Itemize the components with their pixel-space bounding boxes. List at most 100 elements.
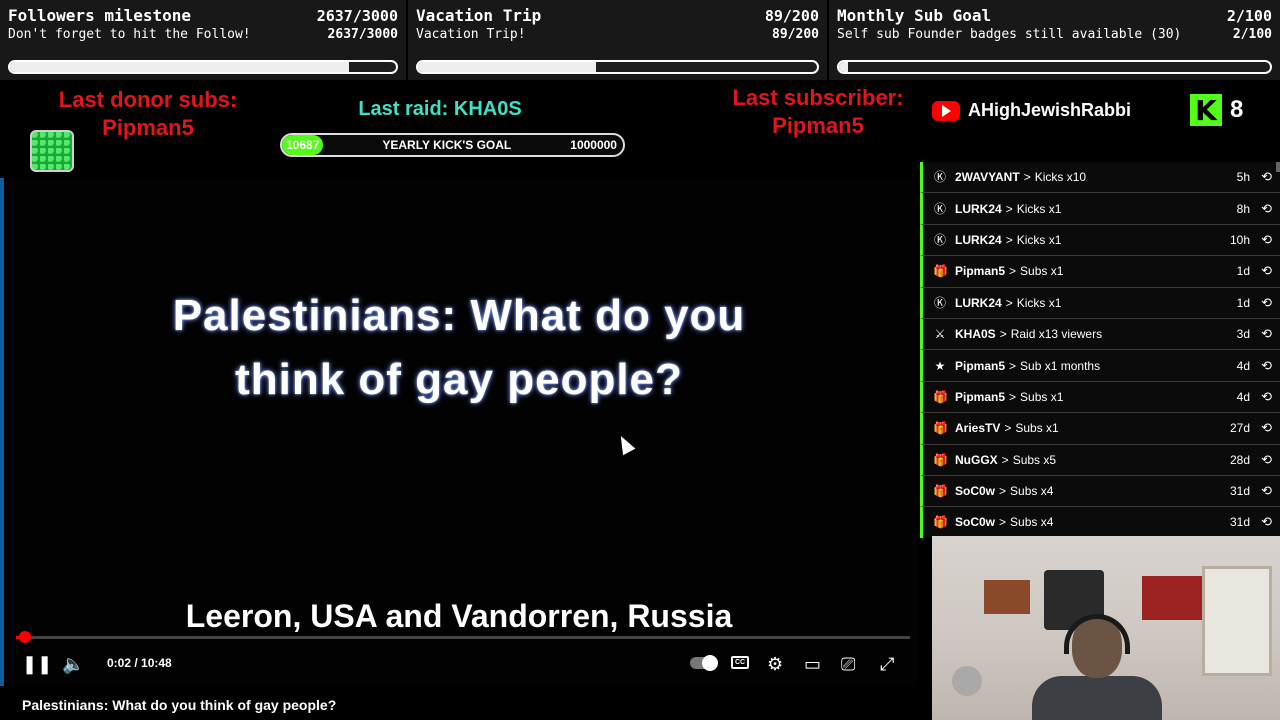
video-seek-bar[interactable] [16,631,910,643]
feed-separator: > [1023,170,1031,185]
feed-time: 10h [1229,232,1250,247]
feed-separator: > [1005,201,1013,216]
feed-row: ⚔ KHA0S > Raid x13 viewers 3d ⟲ [920,318,1280,351]
pause-icon[interactable]: ❚❚ [22,654,52,674]
feed-row: ★ Pipman5 > Sub x1 months 4d ⟲ [920,350,1280,382]
video-caption-names: Leeron, USA and Vandorren, Russia [185,598,733,634]
gift-icon: 🎁 [933,389,948,404]
feed-user-name: 2WAVYANT [955,170,1020,185]
gift-icon: 🎁 [933,264,948,279]
replay-icon[interactable]: ⟲ [1261,358,1272,374]
raid-icon: ⚔ [934,327,946,342]
cast-icon[interactable]: ⎚ [841,654,855,674]
feed-separator: > [999,327,1007,342]
goal-count: 2637/3000 [316,7,398,25]
feed-action: Subs x1 [1020,389,1064,404]
goal-progress-fill [839,62,848,72]
feed-row: 🎁 SoC0w > Subs x4 31d ⟲ [920,475,1280,508]
theater-mode-icon[interactable]: ▭ [804,654,821,674]
volume-icon[interactable]: 🔈 [62,654,84,674]
replay-icon[interactable]: ⟲ [1261,514,1272,530]
feed-user-name: Pipman5 [955,358,1006,373]
feed-action: Subs x4 [1010,515,1054,530]
replay-icon[interactable]: ⟲ [1261,295,1272,311]
feed-user-name: Pipman5 [955,264,1006,279]
goal-sub-count: 2637/3000 [327,27,398,42]
replay-icon[interactable]: ⟲ [1261,420,1272,436]
autoplay-toggle[interactable] [690,655,718,671]
feed-row: 🎁 AriesTV > Subs x1 27d ⟲ [920,413,1280,445]
feed-separator: > [1004,421,1012,436]
video-title-card: Palestinians: What do you think of gay p… [94,284,824,412]
goal-sub-count: 2/100 [1232,27,1272,42]
video-player[interactable]: Palestinians: What do you think of gay p… [0,178,918,686]
replay-icon[interactable]: ⟲ [1261,169,1272,185]
feed-row: 🎁 Pipman5 > Subs x1 1d ⟲ [920,256,1280,288]
feed-action: Kicks x10 [1034,170,1087,185]
feed-separator: > [1009,358,1017,373]
settings-gear-icon[interactable]: ⚙ [767,654,783,674]
feed-action: Subs x5 [1012,452,1057,467]
gift-icon: 🎁 [933,484,948,499]
replay-icon[interactable]: ⟲ [1261,483,1272,499]
feed-row: Ⓚ LURK24 > Kicks x1 10h ⟲ [920,224,1280,257]
feed-separator: > [1005,232,1013,247]
feed-action: Kicks x1 [1016,295,1062,310]
goal-progress-bar [416,60,819,74]
replay-icon[interactable]: ⟲ [1261,389,1272,405]
feed-action: Kicks x1 [1016,232,1062,247]
feed-user-name: SoC0w [955,484,996,499]
video-time: 0:02 / 10:48 [107,656,172,670]
wall-clock [952,666,982,696]
feed-separator: > [1001,452,1009,467]
replay-icon[interactable]: ⟲ [1261,452,1272,468]
feed-time: 31d [1229,484,1250,499]
feed-row: Ⓚ 2WAVYANT > Kicks x10 5h ⟲ [920,162,1280,194]
feed-separator: > [999,515,1007,530]
youtube-icon [932,100,960,121]
gift-icon: 🎁 [933,515,948,530]
goal-subtitle: Vacation Trip! [416,27,526,42]
goal-title: Monthly Sub Goal [837,6,992,25]
feed-action: Sub x1 months [1020,358,1101,373]
feed-action: Kicks x1 [1016,201,1062,216]
goal-subtitle: Self sub Founder badges still available … [837,27,1182,42]
feed-separator: > [1009,264,1017,279]
replay-icon[interactable]: ⟲ [1261,232,1272,248]
replay-icon[interactable]: ⟲ [1261,201,1272,217]
video-page-title: Palestinians: What do you think of gay p… [22,697,337,713]
donation-jar-icon [30,130,74,172]
feed-time: 28d [1229,452,1250,467]
feed-row: Ⓚ LURK24 > Kicks x1 8h ⟲ [920,193,1280,225]
feed-row: Ⓚ LURK24 > Kicks x1 1d ⟲ [920,287,1280,319]
captions-icon[interactable]: CC [731,656,749,669]
streamer-body [1032,676,1162,720]
replay-icon[interactable]: ⟲ [1261,326,1272,342]
feed-time: 1d [1236,264,1250,279]
feed-time: 5h [1236,170,1250,185]
sub-goal: Monthly Sub Goal 2/100 Self sub Founder b… [829,0,1280,80]
kick-goal-label: YEARLY KICK'S GOAL [382,138,512,152]
kick-icon: Ⓚ [933,201,946,216]
youtube-channel-name: AHighJewishRabbi [968,100,1132,120]
fullscreen-icon[interactable]: ⤢ [880,654,894,674]
yearly-kick-goal-bar: 10687 YEARLY KICK'S GOAL 1000000 [280,133,625,157]
last-raid: Last raid: KHA0S [358,98,522,120]
youtube-channel: AHighJewishRabbi [932,100,1131,121]
feed-user-name: NuGGX [955,452,998,467]
replay-icon[interactable]: ⟲ [1261,263,1272,279]
feed-row: 🎁 Pipman5 > Subs x1 4d ⟲ [920,381,1280,414]
wall-poster [1142,576,1202,620]
wall-poster [984,580,1030,614]
feed-action: Subs x4 [1010,484,1054,499]
last-subscriber: Last subscriber: Pipman5 [706,84,930,140]
window [1202,566,1272,676]
goal-title: Vacation Trip [416,6,542,25]
last-donor-label: Last donor subs: [58,87,238,112]
goal-count: 89/200 [764,7,819,25]
kick-viewer-count: K 8 [1190,94,1243,127]
goal-title: Followers milestone [8,6,192,25]
goal-subtitle: Don't forget to hit the Follow! [8,27,251,42]
feed-action: Subs x1 [1020,264,1064,279]
seek-handle[interactable] [18,631,31,643]
